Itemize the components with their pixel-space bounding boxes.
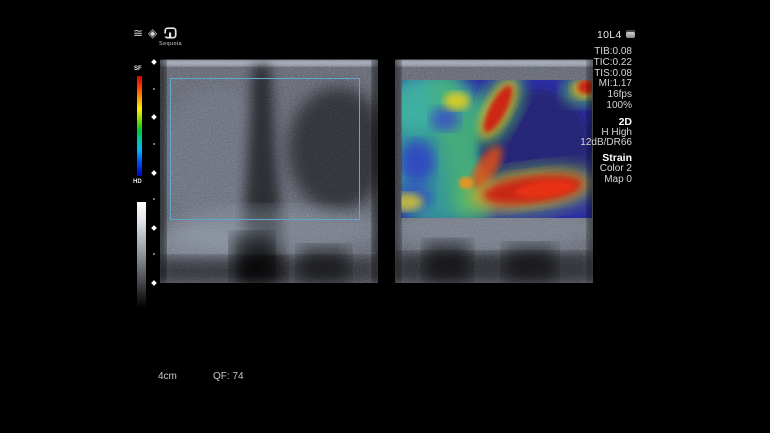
elastography-image [395, 57, 593, 283]
imaging-parameters-panel: TIB:0.08 TIC:0.22 TIS:0.08 MI:1.17 16fps… [580, 47, 632, 186]
depth-ruler [149, 57, 159, 287]
ruler-major-tick [151, 114, 157, 120]
depth-readout: 4cm [158, 371, 177, 382]
strain-scale-hard-label: HD [133, 179, 142, 185]
transducer-label[interactable]: 10L4 [597, 29, 622, 41]
compare-icon: ≅ [133, 27, 143, 39]
strain-scale-soft-label: SF [134, 66, 142, 72]
sequoia-logo-text: Sequoia [159, 41, 182, 47]
ruler-minor-tick [153, 88, 155, 90]
gain-dr-value: 12dB/DR66 [580, 138, 632, 149]
grayscale-bar [137, 202, 146, 308]
elastography-roi-box[interactable] [170, 78, 360, 220]
ruler-major-tick [151, 280, 157, 286]
transducer-icon [626, 30, 635, 38]
ruler-minor-tick [153, 143, 155, 145]
ruler-minor-tick [153, 253, 155, 255]
ultrasound-screen: ≅ ◈ Sequoia 10L4 TIB:0.08 TIC:0.22 TIS:0… [0, 0, 770, 433]
strain-color-overlay [395, 62, 593, 227]
mode-2d-label[interactable]: 2D [580, 117, 632, 128]
map-setting-value: Map 0 [580, 175, 632, 186]
ruler-major-tick [151, 225, 157, 231]
ruler-major-tick [151, 170, 157, 176]
sequoia-logo-icon [164, 27, 177, 39]
power-value: 100% [580, 101, 632, 112]
quality-factor-readout: QF: 74 [213, 371, 244, 382]
ruler-minor-tick [153, 198, 155, 200]
ruler-major-tick [151, 59, 157, 65]
target-icon: ◈ [148, 27, 157, 39]
strain-colorbar [137, 76, 142, 176]
tic-value: TIC:0.22 [580, 58, 632, 69]
